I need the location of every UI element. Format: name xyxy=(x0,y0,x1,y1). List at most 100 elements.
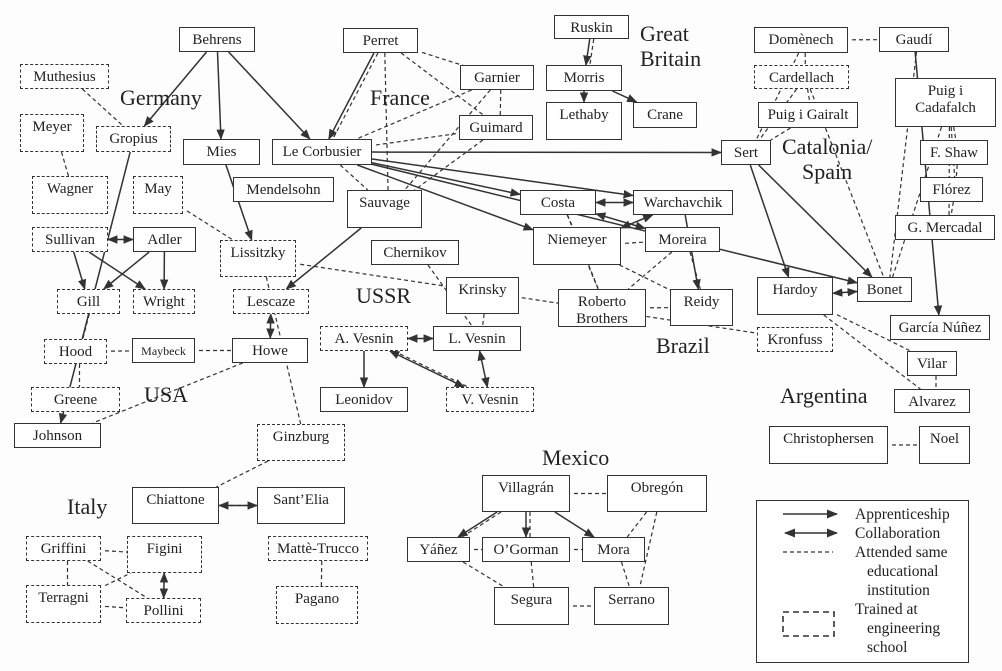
edge-school-puig-i-cadafalch-f-shaw xyxy=(953,126,957,141)
node-reidy: Reidy xyxy=(670,289,733,326)
node-label: O’Gorman xyxy=(493,542,559,558)
node-label: Puig i Cadafalch xyxy=(915,83,976,116)
influence-diagram: Behrens Perret Ruskin Morris Lethaby Crane Gar… xyxy=(0,0,1002,671)
node-label: May xyxy=(144,181,172,197)
node-label: Mattè-Trucco xyxy=(277,541,359,557)
node-label: Roberto Brothers xyxy=(576,294,628,327)
node-garcia-nunez: García Núñez xyxy=(890,315,990,340)
node-puig-i-cadafalch: Puig i Cadafalch xyxy=(895,78,996,127)
node-terragni: Terragni xyxy=(26,585,101,623)
node-label: Bonet xyxy=(866,282,903,298)
edge-apprenticeship-perret-le-corbusier xyxy=(328,52,375,140)
node-label: Pagano xyxy=(294,591,340,607)
node-florez: Flórez xyxy=(920,177,983,202)
legend-engineering-label-1: Trained at xyxy=(855,601,918,618)
node-puig-i-gairalt: Puig i Gairalt xyxy=(758,102,858,128)
node-obregon: Obregón xyxy=(607,475,707,512)
node-may: May xyxy=(133,176,183,214)
node-matte-trucco: Mattè-Trucco xyxy=(268,536,368,561)
edge-school-obregon-mora xyxy=(626,511,648,538)
node-label: Serrano xyxy=(608,592,655,608)
edge-collaboration-a-vesnin-v-vesnin xyxy=(388,350,466,388)
node-bonet: Bonet xyxy=(857,277,912,302)
edge-school-moreira-roberto-brothers xyxy=(627,251,673,290)
node-label: Krinsky xyxy=(458,282,507,298)
node-label: L. Vesnin xyxy=(448,331,506,347)
node-label: Figini xyxy=(146,541,183,557)
edge-school-a-vesnin-v-vesnin xyxy=(393,350,469,388)
node-label: A. Vesnin xyxy=(334,331,394,347)
legend-school-label-1: Attended same xyxy=(855,544,948,561)
node-label: Garnier xyxy=(474,70,520,86)
node-gaudi: Gaudí xyxy=(879,27,949,52)
node-label: Morris xyxy=(563,70,605,86)
node-segura: Segura xyxy=(494,587,569,625)
node-label: Christophersen xyxy=(783,431,874,447)
legend-apprenticeship-label: Apprenticeship xyxy=(855,506,950,523)
node-label: Mies xyxy=(206,144,237,160)
node-kronfuss: Kronfuss xyxy=(757,327,833,352)
edge-school-o-gorman-segura xyxy=(530,561,535,588)
node-pollini: Pollini xyxy=(126,598,201,623)
node-lethaby: Lethaby xyxy=(546,102,622,140)
node-label: Chiattone xyxy=(146,492,205,508)
node-label: Niemeyer xyxy=(547,232,607,248)
edge-apprenticeship-behrens-le-corbusier xyxy=(228,51,311,140)
node-label: Cardellach xyxy=(769,70,834,86)
node-cardellach: Cardellach xyxy=(754,65,849,89)
edge-apprenticeship-sullivan-wright xyxy=(88,251,146,290)
node-mendelsohn: Mendelsohn xyxy=(233,177,334,202)
node-lescaze: Lescaze xyxy=(233,289,309,314)
node-label: Kronfuss xyxy=(767,332,823,348)
node-crane: Crane xyxy=(633,102,697,128)
legend-engineering-label-2: engineering xyxy=(867,620,941,637)
node-label: Sant’Elia xyxy=(273,492,329,508)
node-a-vesnin: A. Vesnin xyxy=(320,326,408,351)
node-adler: Adler xyxy=(133,227,196,252)
node-label: Mora xyxy=(597,542,630,558)
edge-apprenticeship-sert-hardoy xyxy=(749,164,790,278)
node-perret: Perret xyxy=(343,28,418,53)
region-label-argentina: Argentina xyxy=(780,383,868,408)
node-label: Leonidov xyxy=(335,392,393,408)
node-label: Lethaby xyxy=(559,107,609,123)
region-label-usa: USA xyxy=(144,382,189,407)
legend: Apprenticeship Collaboration Attended sa… xyxy=(756,500,969,663)
node-v-vesnin: V. Vesnin xyxy=(446,387,534,412)
edge-school-meyer-wagner xyxy=(60,151,70,177)
node-ruskin: Ruskin xyxy=(554,15,629,39)
node-noel: Noel xyxy=(919,426,970,464)
node-niemeyer: Niemeyer xyxy=(533,227,621,265)
node-sant-elia: Sant’Elia xyxy=(257,487,345,524)
node-label: Puig i Gairalt xyxy=(767,107,849,123)
node-label: Reidy xyxy=(683,294,720,310)
edge-school-mora-serrano xyxy=(620,561,631,588)
node-label: Perret xyxy=(362,33,399,49)
node-label: Obregón xyxy=(630,480,684,496)
node-label: Hood xyxy=(58,344,93,360)
node-label: Segura xyxy=(510,592,553,608)
node-sauvage: Sauvage xyxy=(347,190,422,228)
edge-apprenticeship-adler-gill xyxy=(103,251,150,290)
node-meyer: Meyer xyxy=(20,114,84,152)
region-label-brazil: Brazil xyxy=(656,333,710,358)
node-hardoy: Hardoy xyxy=(757,277,833,315)
node-l-vesnin: L. Vesnin xyxy=(433,326,521,351)
node-label: Meyer xyxy=(32,119,72,135)
node-label: Sauvage xyxy=(359,195,410,211)
node-label: García Núñez xyxy=(898,320,982,336)
region-label-catalonia: Catalonia/ xyxy=(782,134,873,159)
legend-engineering-label-3: school xyxy=(867,639,908,656)
node-griffini: Griffini xyxy=(26,536,101,561)
edge-school-ruskin-morris xyxy=(589,38,595,66)
legend-school-label-2: educational xyxy=(867,563,939,580)
legend-engineering-box xyxy=(782,611,835,637)
node-label: Villagrán xyxy=(498,480,554,496)
edge-apprenticeship-villagran-yanez xyxy=(457,511,498,538)
node-guimard: Guimard xyxy=(459,115,533,140)
region-label-britain: Britain xyxy=(640,46,702,71)
node-hood: Hood xyxy=(44,339,107,364)
node-yanez: Yáñez xyxy=(407,537,470,562)
node-mies: Mies xyxy=(183,139,260,165)
legend-collaboration-label: Collaboration xyxy=(855,525,941,542)
